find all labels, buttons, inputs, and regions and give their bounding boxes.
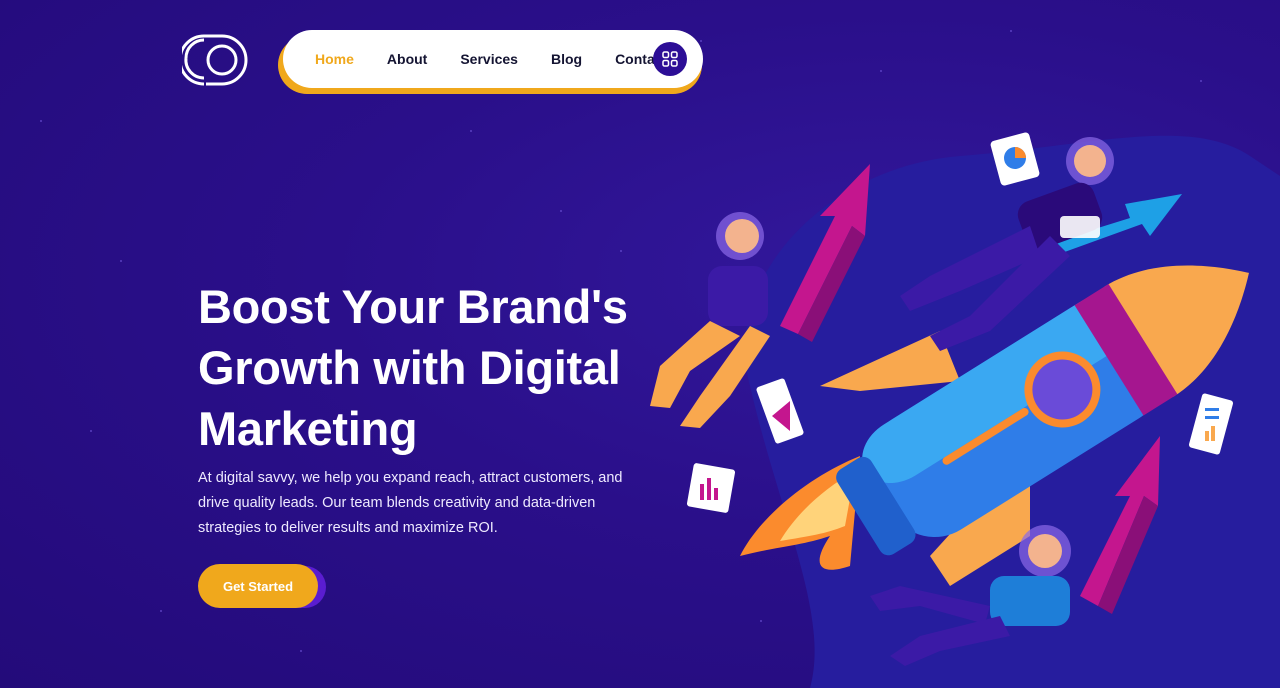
nav-item-services[interactable]: Services: [460, 51, 518, 67]
document-chart-3: [686, 463, 736, 513]
astronaut-left: [650, 212, 770, 428]
logo-mark: [178, 34, 248, 86]
get-started-button[interactable]: Get Started: [198, 564, 318, 608]
menu-button[interactable]: [653, 42, 687, 76]
hero-title-line-1: Boost Your Brand's: [198, 280, 628, 333]
hero-title-line-2: Growth with Digital: [198, 341, 621, 394]
nav-item-about[interactable]: About: [387, 51, 427, 67]
main-navigation: Home About Services Blog Contact: [283, 30, 703, 88]
nav-item-home[interactable]: Home: [315, 51, 354, 67]
nav-item-blog[interactable]: Blog: [551, 51, 582, 67]
grid-icon: [662, 51, 678, 67]
hero-title-line-3: Marketing: [198, 402, 418, 455]
hero-title: Boost Your Brand's Growth with Digital M…: [198, 276, 658, 459]
rocket-illustration: [630, 96, 1280, 688]
hero-description: At digital savvy, we help you expand rea…: [198, 470, 623, 536]
brand-logo[interactable]: [178, 28, 254, 90]
